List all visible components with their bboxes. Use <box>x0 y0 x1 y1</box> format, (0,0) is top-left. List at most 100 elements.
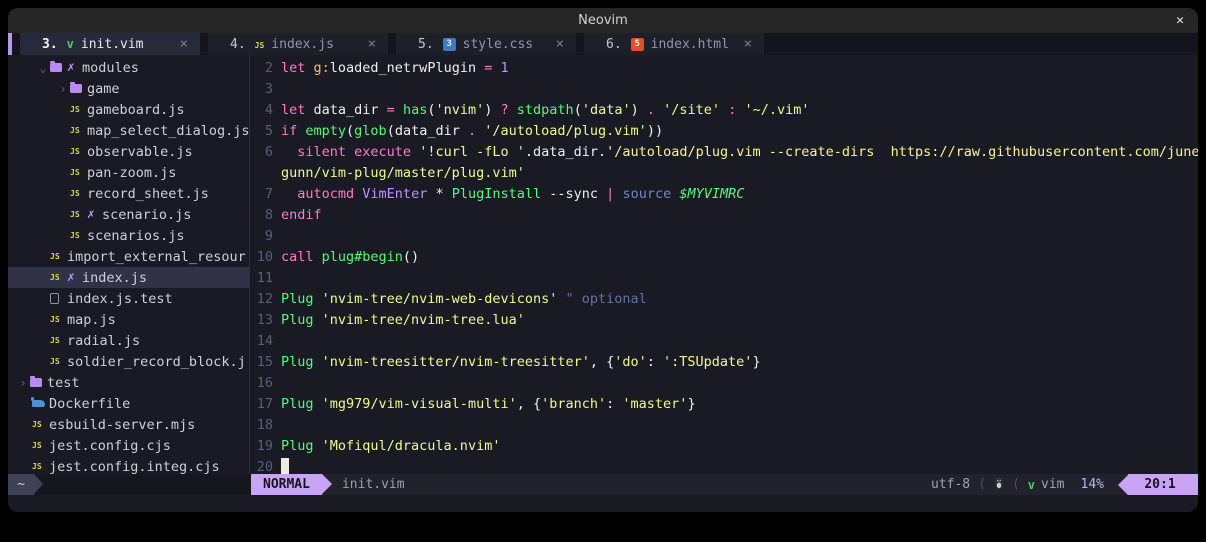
line-number: 16 <box>250 375 273 391</box>
tree-item-label: radial.js <box>67 333 140 349</box>
chevron-right-icon[interactable] <box>16 376 30 390</box>
line-number: 6 <box>250 144 273 160</box>
tree-item-test[interactable]: test <box>8 372 249 393</box>
tab-style-css[interactable]: 5. style.css × <box>396 33 576 55</box>
tree-item-pan-zoom-js[interactable]: pan-zoom.js <box>8 162 249 183</box>
neovim-window: Neovim ✕ 3. init.vim × 4. index.js × 5. … <box>8 8 1198 512</box>
line-number: 8 <box>250 207 273 223</box>
command-line[interactable] <box>8 495 1198 512</box>
line-number: 18 <box>250 417 273 433</box>
tree-item-jest-config-integ-cjs[interactable]: jest.config.integ.cjs <box>8 456 249 474</box>
tab-index-js[interactable]: 4. index.js × <box>208 33 388 55</box>
tree-item-label: modules <box>82 60 139 76</box>
tab-index-html[interactable]: 6. index.html × <box>584 33 764 55</box>
line-number: 10 <box>250 249 273 265</box>
code-line[interactable]: 5if empty(glob(data_dir . '/autoload/plu… <box>250 120 1198 141</box>
tab-close-icon[interactable]: × <box>556 36 564 52</box>
tabline-accent-bar <box>8 33 12 55</box>
chevron-right-icon[interactable] <box>56 82 70 96</box>
git-status-icon: ✗ <box>67 270 82 285</box>
tree-item-dockerfile[interactable]: Dockerfile <box>8 393 249 414</box>
chevron-down-icon[interactable] <box>36 61 50 75</box>
tree-item-game[interactable]: game <box>8 78 249 99</box>
encoding-label: utf-8 <box>931 474 970 495</box>
tree-item-gameboard-js[interactable]: gameboard.js <box>8 99 249 120</box>
folder-open-icon <box>50 63 67 72</box>
cursor-position: 20:1 <box>1128 474 1198 495</box>
tree-item-record-sheet-js[interactable]: record_sheet.js <box>8 183 249 204</box>
main-statusline: NORMAL init.vim utf-8 ⟨ ⟨ vim 14% 20:1 <box>251 474 1198 495</box>
tree-item-jest-config-cjs[interactable]: jest.config.cjs <box>8 435 249 456</box>
code-line[interactable]: 4let data_dir = has('nvim') ? stdpath('d… <box>250 99 1198 120</box>
tab-init-vim[interactable]: 3. init.vim × <box>20 33 200 55</box>
tree-item-label: scenarios.js <box>87 228 185 244</box>
code-line-cursor[interactable]: 20 <box>250 456 1198 474</box>
tree-item-import-external-resour[interactable]: import_external_resour <box>8 246 249 267</box>
javascript-file-icon <box>70 105 87 114</box>
filetype-label: vim <box>1041 474 1064 495</box>
tab-close-icon[interactable]: × <box>368 36 376 52</box>
tree-item-scenario-js[interactable]: ✗ scenario.js <box>8 204 249 225</box>
document-file-icon <box>50 293 67 304</box>
tree-item-modules[interactable]: ✗ modules <box>8 57 249 78</box>
tree-item-soldier-record-block[interactable]: soldier_record_block.j <box>8 351 249 372</box>
tree-item-observable-js[interactable]: observable.js <box>8 141 249 162</box>
line-number: 4 <box>250 102 273 118</box>
titlebar: Neovim ✕ <box>8 8 1198 33</box>
code-line[interactable]: 2let g:loaded_netrwPlugin = 1 <box>250 57 1198 78</box>
tree-item-index-js-test[interactable]: index.js.test <box>8 288 249 309</box>
statusline: ~ NORMAL init.vim utf-8 ⟨ ⟨ vim 14% 20:1 <box>8 474 1198 495</box>
line-number: 19 <box>250 438 273 454</box>
code-line-wrap[interactable]: gunn/vim-plug/master/plug.vim' <box>250 162 1198 183</box>
css-file-icon <box>443 38 456 51</box>
line-number: 2 <box>250 60 273 76</box>
code-line[interactable]: 10call plug#begin() <box>250 246 1198 267</box>
powerline-arrow-icon <box>1118 475 1128 495</box>
code-line[interactable]: 11 <box>250 267 1198 288</box>
tab-close-icon[interactable]: × <box>744 36 752 52</box>
tree-item-index-js[interactable]: ✗ index.js <box>8 267 249 288</box>
code-line[interactable]: 17Plug 'mg979/vim-visual-multi', {'branc… <box>250 393 1198 414</box>
folder-icon <box>70 84 87 93</box>
editor-buffer[interactable]: 2let g:loaded_netrwPlugin = 1 3 4let dat… <box>250 55 1198 474</box>
tab-close-icon[interactable]: × <box>180 36 188 52</box>
code-line[interactable]: 7 autocmd VimEnter * PlugInstall --sync … <box>250 183 1198 204</box>
tree-status-segment: ~ <box>8 474 34 495</box>
tree-item-label: esbuild-server.mjs <box>49 417 195 433</box>
window-close-icon[interactable]: ✕ <box>1176 8 1184 33</box>
code-line[interactable]: 3 <box>250 78 1198 99</box>
tree-item-label: index.js <box>82 270 147 286</box>
code-line[interactable]: 16 <box>250 372 1198 393</box>
mode-indicator: NORMAL <box>251 474 322 495</box>
code-line[interactable]: 14 <box>250 330 1198 351</box>
tree-item-esbuild-server-mjs[interactable]: esbuild-server.mjs <box>8 414 249 435</box>
file-tree[interactable]: ✗ modules game gameboard.js map_select_d… <box>8 55 250 474</box>
code-line[interactable]: 13Plug 'nvim-tree/nvim-tree.lua' <box>250 309 1198 330</box>
line-number: 3 <box>250 81 273 97</box>
tree-item-label: game <box>87 81 120 97</box>
statusline-filename: init.vim <box>342 474 405 495</box>
code-line[interactable]: 12Plug 'nvim-tree/nvim-web-devicons' " o… <box>250 288 1198 309</box>
code-line[interactable]: 9 <box>250 225 1198 246</box>
javascript-file-icon <box>70 147 87 156</box>
code-line[interactable]: 8endif <box>250 204 1198 225</box>
code-line[interactable]: 15Plug 'nvim-treesitter/nvim-treesitter'… <box>250 351 1198 372</box>
tree-item-scenarios-js[interactable]: scenarios.js <box>8 225 249 246</box>
tab-label: index.js <box>271 37 334 52</box>
javascript-file-icon <box>70 189 87 198</box>
git-status-icon: ✗ <box>67 60 82 75</box>
code-line[interactable]: 19Plug 'Mofiqul/dracula.nvim' <box>250 435 1198 456</box>
tab-number: 5. <box>418 37 434 52</box>
line-number: 11 <box>250 270 273 286</box>
javascript-file-icon <box>70 231 87 240</box>
docker-whale-icon <box>32 400 49 407</box>
tree-item-label: soldier_record_block.j <box>67 354 246 370</box>
window-title: Neovim <box>8 8 1198 33</box>
tree-item-map-select-dialog-js[interactable]: map_select_dialog.js <box>8 120 249 141</box>
separator-icon: ⟨ <box>1012 477 1020 492</box>
code-line[interactable]: 6 silent execute '!curl -fLo '.data_dir.… <box>250 141 1198 162</box>
tree-item-map-js[interactable]: map.js <box>8 309 249 330</box>
code-line[interactable]: 18 <box>250 414 1198 435</box>
tree-item-radial-js[interactable]: radial.js <box>8 330 249 351</box>
javascript-file-icon <box>70 126 87 135</box>
